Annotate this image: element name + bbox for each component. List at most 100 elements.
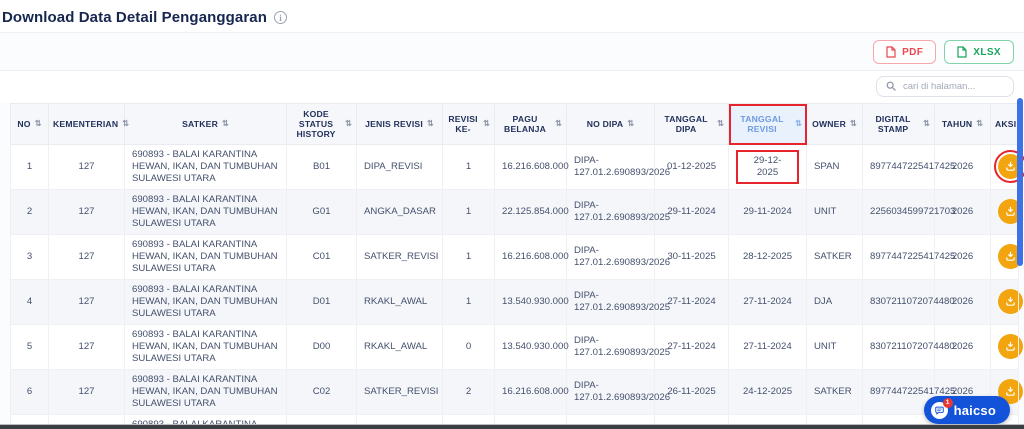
- search-input[interactable]: [903, 81, 1004, 92]
- table-scrollbar-thumb[interactable]: [1017, 98, 1023, 266]
- pdf-export-button[interactable]: PDF: [873, 40, 937, 64]
- cell-pagu: 16.216.608.000: [494, 233, 569, 280]
- table-row: 5 127 690893 - BALAI KARANTINA HEWAN, IKAN…: [10, 323, 1023, 370]
- sort-icon[interactable]: ⇅: [795, 120, 802, 128]
- column-label: NO: [17, 119, 31, 129]
- column-header-revisi_ke[interactable]: REVISI KE- ⇅: [442, 103, 495, 145]
- column-label: JENIS REVISI: [365, 119, 423, 129]
- column-label: TANGGAL DIPA: [664, 114, 708, 134]
- table-row: 6 127 690893 - BALAI KARANTINA HEWAN, IKAN…: [10, 368, 1023, 415]
- page-title: Download Data Detail Penganggaran: [2, 9, 268, 26]
- cell-satker: 690893 - BALAI KARANTINA HEWAN, IKAN, DA…: [124, 278, 287, 325]
- column-header-digital_stamp[interactable]: DIGITAL STAMP ⇅: [862, 103, 935, 145]
- cell-value: 22.125.854.000: [502, 205, 569, 217]
- cell-value: 690893 - BALAI KARANTINA HEWAN, IKAN, DA…: [132, 149, 278, 184]
- sort-icon[interactable]: ⇅: [850, 120, 857, 128]
- column-header-pagu[interactable]: PAGU BELANJA ⇅: [494, 103, 567, 145]
- notification-badge: 1: [942, 397, 953, 408]
- cell-pagu: 22.125.854.000: [494, 188, 569, 235]
- sort-icon[interactable]: ⇅: [222, 120, 229, 128]
- table-row: 2 127 690893 - BALAI KARANTINA HEWAN, IKAN…: [10, 188, 1023, 235]
- penganggaran-table: NO ⇅ KEMENTERIAN ⇅ SATKER ⇅ KODE STATUS HISTOR…: [10, 103, 1024, 429]
- cell-value: DIPA_REVISI: [364, 160, 423, 172]
- cell-pagu: 13.540.930.000: [494, 278, 569, 325]
- sort-icon[interactable]: ⇅: [35, 120, 42, 128]
- sort-icon[interactable]: ⇅: [976, 120, 983, 128]
- cell-value: 29-12-2025: [736, 149, 799, 184]
- cell-tanggal_revisi: 29-11-2024: [728, 188, 807, 235]
- column-label: AKSI: [995, 119, 1017, 129]
- cell-kementerian: 127: [48, 233, 125, 280]
- cell-aksi: [990, 188, 1023, 235]
- cell-digital_stamp: 2256034599721703: [862, 188, 955, 235]
- cell-value: SATKER_REVISI: [364, 250, 439, 262]
- cell-value: 2256034599721703: [870, 205, 956, 217]
- column-header-jenis_revisi[interactable]: JENIS REVISI ⇅: [356, 103, 443, 145]
- cell-value: 16.216.608.000: [502, 160, 569, 172]
- chat-widget-label: haicso: [953, 402, 996, 418]
- search-icon: [886, 78, 896, 96]
- cell-satker: 690893 - BALAI KARANTINA HEWAN, IKAN, DA…: [124, 323, 287, 370]
- cell-revisi_ke: 0: [442, 323, 495, 370]
- cell-value: 1: [465, 160, 472, 172]
- cell-kementerian: 127: [48, 144, 125, 190]
- page-header: Download Data Detail Penganggaran i: [0, 0, 1024, 32]
- cell-value: 5: [26, 340, 33, 352]
- pdf-file-icon: [886, 46, 896, 58]
- cell-value: 127: [78, 385, 95, 397]
- xlsx-export-button[interactable]: XLSX: [944, 40, 1014, 64]
- table-header-row: NO ⇅ KEMENTERIAN ⇅ SATKER ⇅ KODE STATUS HISTOR…: [10, 103, 1019, 145]
- sort-icon[interactable]: ⇅: [427, 120, 434, 128]
- cell-value: 2026: [951, 295, 974, 307]
- cell-value: 127: [78, 295, 95, 307]
- cell-value: SATKER_REVISI: [364, 385, 439, 397]
- cell-value: 13.540.930.000: [502, 340, 569, 352]
- sort-icon[interactable]: ⇅: [923, 120, 930, 128]
- sort-icon[interactable]: ⇅: [717, 120, 724, 128]
- cell-kode_status: C02: [286, 368, 357, 415]
- column-header-kementerian[interactable]: KEMENTERIAN ⇅: [48, 103, 129, 145]
- column-header-no_dipa[interactable]: NO DIPA ⇅: [566, 103, 655, 145]
- download-button[interactable]: [998, 289, 1023, 315]
- cell-value: 24-12-2025: [742, 385, 793, 397]
- table-row: 4 127 690893 - BALAI KARANTINA HEWAN, IKAN…: [10, 278, 1023, 325]
- sort-icon[interactable]: ⇅: [345, 120, 352, 128]
- cell-value: 16.216.608.000: [502, 250, 569, 262]
- sort-icon[interactable]: ⇅: [555, 120, 562, 128]
- column-header-no[interactable]: NO ⇅: [10, 103, 49, 145]
- search-box[interactable]: [876, 76, 1014, 97]
- cell-kode_status: G01: [286, 188, 357, 235]
- info-icon[interactable]: i: [274, 11, 288, 24]
- cell-satker: 690893 - BALAI KARANTINA HEWAN, IKAN, DA…: [124, 368, 287, 415]
- cell-value: 127: [78, 205, 95, 217]
- chat-widget-button[interactable]: 1 haicso: [923, 396, 1010, 424]
- cell-value: DJA: [814, 295, 833, 307]
- column-header-satker[interactable]: SATKER ⇅: [124, 103, 287, 145]
- column-label: TANGGAL REVISI: [740, 114, 784, 134]
- cell-tanggal_revisi: 24-12-2025: [728, 368, 807, 415]
- cell-value: 127: [78, 340, 95, 352]
- cell-value: 6: [26, 385, 33, 397]
- cell-value: SPAN: [814, 160, 840, 172]
- cell-no_dipa: DIPA-127.01.2.690893/2025: [566, 278, 670, 325]
- sort-icon[interactable]: ⇅: [627, 120, 634, 128]
- cell-aksi: [990, 233, 1023, 280]
- cell-value: 2: [26, 205, 33, 217]
- column-label: SATKER: [182, 119, 218, 129]
- sort-icon[interactable]: ⇅: [122, 120, 129, 128]
- cell-value: 127: [78, 160, 95, 172]
- download-data-detail-penganggaran-page: Download Data Detail Penganggaran i PDF …: [0, 0, 1024, 429]
- column-header-tahun[interactable]: TAHUN ⇅: [934, 103, 991, 145]
- cell-tanggal_revisi: 29-12-2025: [728, 144, 807, 190]
- column-header-tanggal_revisi[interactable]: TANGGAL REVISI ⇅: [728, 103, 807, 145]
- cell-value: 13.540.930.000: [502, 295, 569, 307]
- cell-kode_status: B01: [286, 144, 357, 190]
- column-header-owner[interactable]: OWNER ⇅: [806, 103, 863, 145]
- sort-icon[interactable]: ⇅: [483, 120, 490, 128]
- download-button[interactable]: [998, 334, 1023, 360]
- column-header-kode_status[interactable]: KODE STATUS HISTORY ⇅: [286, 103, 357, 145]
- cell-value: 27-11-2024: [743, 340, 792, 352]
- cell-value: 29-11-2024: [667, 205, 716, 217]
- column-header-tanggal_dipa[interactable]: TANGGAL DIPA ⇅: [654, 103, 729, 145]
- cell-tanggal_revisi: 27-11-2024: [728, 278, 807, 325]
